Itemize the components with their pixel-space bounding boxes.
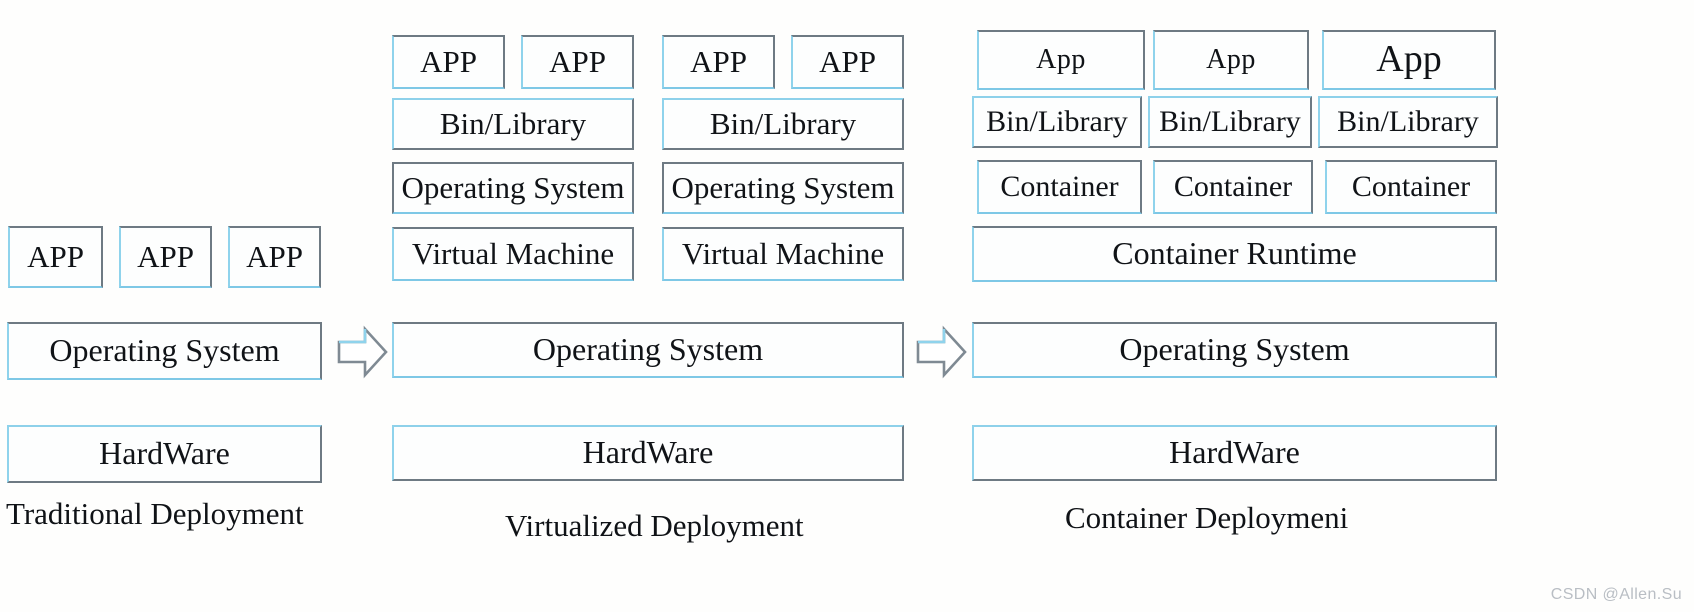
vm1-app-box-2: APP [521,35,634,89]
container-box-2: Container [1153,160,1313,214]
container-caption: Container Deploymeni [1065,500,1349,535]
diagram-canvas: APP APP APP Operating System HardWare Tr… [0,0,1694,612]
container-bin-library-box-2: Bin/Library [1148,96,1312,148]
container-bin-library-box-3: Bin/Library [1318,96,1498,148]
vm2-app-box-2: APP [791,35,904,89]
traditional-app-box-1: APP [8,226,103,288]
traditional-os-box: Operating System [7,322,322,380]
container-hardware-box: HardWare [972,425,1497,481]
traditional-caption: Traditional Deployment [6,496,304,531]
vm1-bin-library-box: Bin/Library [392,98,634,150]
vm2-os-box: Operating System [662,162,904,214]
watermark: CSDN @Allen.Su [1550,586,1682,603]
traditional-app-box-2: APP [119,226,212,288]
container-bin-library-box-1: Bin/Library [972,96,1142,148]
container-app-box-1: App [977,30,1145,90]
vm1-os-box: Operating System [392,162,634,214]
container-runtime-box: Container Runtime [972,226,1497,282]
vm2-bin-library-box: Bin/Library [662,98,904,150]
virtualized-caption: Virtualized Deployment [505,508,804,543]
container-box-3: Container [1325,160,1497,214]
traditional-hardware-box: HardWare [7,425,322,483]
container-os-box: Operating System [972,322,1497,378]
arrow-traditional-to-virtualized [335,324,390,380]
vm2-app-box-1: APP [662,35,775,89]
virtualized-os-box: Operating System [392,322,904,378]
traditional-app-box-3: APP [228,226,321,288]
vm1-virtual-machine-box: Virtual Machine [392,227,634,281]
container-app-box-2: App [1153,30,1309,90]
arrow-virtualized-to-container [914,324,969,380]
arrow-right-icon [337,325,388,379]
arrow-right-icon [916,325,967,379]
vm2-virtual-machine-box: Virtual Machine [662,227,904,281]
container-box-1: Container [977,160,1142,214]
vm1-app-box-1: APP [392,35,505,89]
container-app-box-3: App [1322,30,1496,90]
virtualized-hardware-box: HardWare [392,425,904,481]
